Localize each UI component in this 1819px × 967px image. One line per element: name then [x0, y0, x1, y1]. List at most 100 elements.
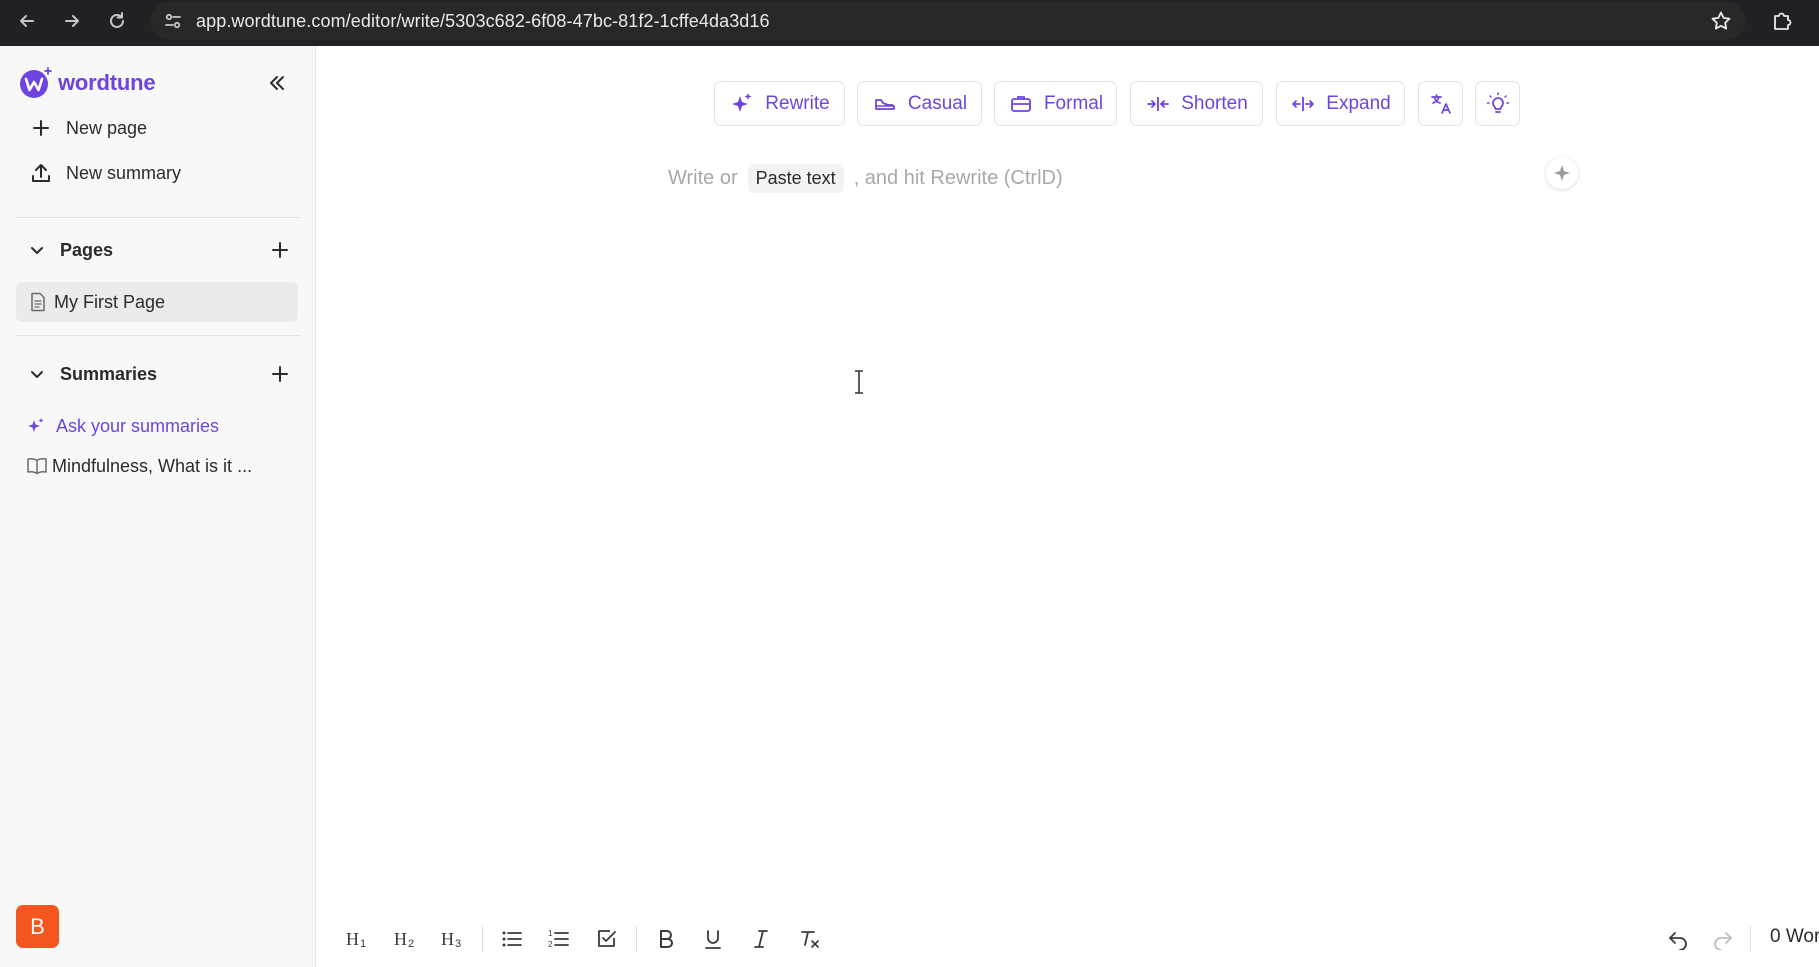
new-summary-button[interactable]: New summary [28, 158, 181, 188]
heading3-button[interactable]: H3 [438, 924, 468, 954]
heading2-icon: H2 [394, 929, 414, 950]
arrow-left-icon [20, 15, 34, 27]
checklist-button[interactable] [592, 924, 622, 954]
user-avatar[interactable]: B [16, 905, 59, 948]
bullet-list-icon [502, 931, 522, 947]
heading2-button[interactable]: H2 [391, 924, 421, 954]
heading1-icon: H1 [346, 929, 366, 950]
translate-icon [1428, 91, 1454, 117]
formal-label: Formal [1043, 92, 1104, 114]
format-separator [1750, 926, 1751, 952]
sparkles-icon [26, 416, 46, 436]
back-button[interactable] [10, 4, 44, 38]
svg-text:H: H [346, 929, 359, 949]
underline-icon [705, 930, 721, 949]
heading3-icon: H3 [441, 929, 461, 950]
sidebar-item-my-first-page[interactable]: My First Page [16, 282, 298, 322]
plus-icon [272, 366, 288, 382]
rewrite-button[interactable]: Rewrite [714, 81, 845, 126]
svg-text:1: 1 [548, 929, 553, 938]
sidebar: wordtune New page New summary Pages My F… [0, 46, 316, 967]
expand-arrows-icon [1290, 91, 1316, 117]
expand-button[interactable]: Expand [1276, 81, 1405, 126]
collapse-sidebar-button[interactable] [264, 70, 290, 96]
clear-format-icon [801, 931, 819, 948]
chevron-down-icon[interactable] [26, 363, 48, 385]
url-text[interactable]: app.wordtune.com/editor/write/5303c682-6… [196, 11, 770, 32]
svg-text:1: 1 [360, 938, 366, 950]
svg-text:3: 3 [455, 938, 461, 950]
paste-text-button[interactable]: Paste text [747, 163, 844, 193]
bold-button[interactable] [651, 924, 681, 954]
bookmark-star-icon[interactable] [1708, 8, 1734, 34]
svg-text:2: 2 [408, 938, 414, 950]
wordtune-logo[interactable]: wordtune [18, 66, 156, 100]
sparkles-icon [729, 91, 755, 117]
site-info-icon[interactable] [162, 10, 184, 32]
hint-after: , and hit Rewrite (CtrlD) [853, 166, 1063, 189]
format-separator [636, 926, 637, 952]
summaries-section-header: Summaries [26, 359, 292, 389]
plus-icon [28, 115, 54, 141]
upload-icon [28, 160, 54, 186]
heading1-button[interactable]: H1 [343, 924, 373, 954]
translate-button[interactable] [1418, 81, 1463, 126]
casual-button[interactable]: Casual [857, 81, 982, 126]
forward-button[interactable] [55, 4, 89, 38]
add-summary-button[interactable] [268, 362, 292, 386]
reload-icon [110, 12, 124, 28]
ai-sparkle-button[interactable] [1546, 157, 1578, 189]
casual-shoe-icon [872, 91, 898, 117]
suggestions-button[interactable] [1475, 81, 1520, 126]
arrow-right-icon [65, 15, 79, 27]
undo-button[interactable] [1663, 924, 1693, 954]
address-bar[interactable]: app.wordtune.com/editor/write/5303c682-6… [150, 2, 1746, 40]
undo-icon [1669, 932, 1687, 950]
extensions-button[interactable] [1765, 4, 1799, 38]
rewrite-label: Rewrite [765, 92, 830, 114]
browser-toolbar: app.wordtune.com/editor/write/5303c682-6… [0, 0, 1819, 46]
document-icon [28, 292, 48, 312]
summary-item-label: Mindfulness, What is it ... [52, 455, 253, 476]
numbered-list-icon: 12 [548, 929, 569, 949]
wordtune-logo-icon [20, 67, 52, 98]
svg-text:2: 2 [548, 940, 553, 949]
reload-button[interactable] [100, 4, 134, 38]
italic-icon [754, 930, 768, 948]
text-cursor-icon [855, 370, 863, 394]
ask-summaries-label: Ask your summaries [56, 415, 220, 436]
underline-button[interactable] [698, 924, 728, 954]
lightbulb-icon [1485, 91, 1511, 117]
shorten-arrows-icon [1145, 91, 1171, 117]
logo-text: wordtune [58, 70, 156, 95]
sidebar-divider [16, 217, 300, 218]
editor-placeholder[interactable]: Write or Paste text , and hit Rewrite (C… [668, 163, 1063, 193]
chevron-down-icon[interactable] [26, 239, 48, 261]
numbered-list-button[interactable]: 12 [544, 924, 574, 954]
plus-icon [272, 242, 288, 258]
ask-summaries-link[interactable]: Ask your summaries [26, 411, 219, 441]
sidebar-item-mindfulness[interactable]: Mindfulness, What is it ... [26, 451, 252, 481]
new-page-button[interactable]: New page [28, 113, 147, 143]
expand-label: Expand [1326, 92, 1391, 114]
sparkle-icon [1554, 165, 1570, 181]
add-page-button[interactable] [268, 238, 292, 262]
formal-button[interactable]: Formal [994, 81, 1117, 126]
new-summary-label: New summary [66, 162, 182, 183]
puzzle-icon [1774, 12, 1792, 30]
shorten-label: Shorten [1181, 92, 1248, 114]
format-separator [482, 926, 483, 952]
redo-button[interactable] [1708, 924, 1738, 954]
clear-format-button[interactable] [795, 924, 825, 954]
open-book-icon [26, 456, 48, 476]
checklist-icon [598, 930, 616, 947]
italic-button[interactable] [746, 924, 776, 954]
summaries-section-title: Summaries [60, 363, 158, 384]
shorten-button[interactable]: Shorten [1130, 81, 1263, 126]
bullet-list-button[interactable] [497, 924, 527, 954]
pages-section-title: Pages [60, 239, 114, 260]
casual-label: Casual [907, 92, 968, 114]
hint-before: Write or [668, 166, 738, 189]
new-page-label: New page [66, 117, 148, 138]
page-item-label: My First Page [54, 291, 166, 312]
